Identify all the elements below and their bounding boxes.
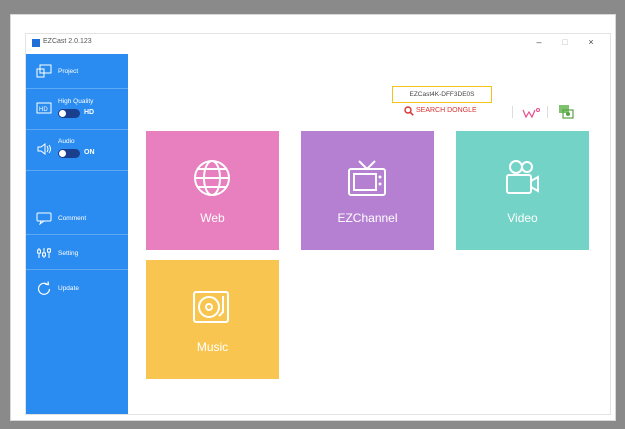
tile-label: EZChannel bbox=[337, 211, 398, 225]
search-dongle-label: SEARCH DONGLE bbox=[416, 107, 477, 114]
audio-icon bbox=[37, 143, 51, 155]
sidebar-item-label: Project bbox=[58, 68, 79, 75]
sidebar-item-update[interactable]: Update bbox=[26, 272, 128, 304]
high-quality-toggle[interactable] bbox=[58, 109, 80, 118]
app-logo-icon bbox=[32, 39, 40, 47]
sidebar-item-label: Comment bbox=[58, 215, 87, 222]
tile-music[interactable]: Music bbox=[146, 260, 279, 379]
window-title: EZCast 2.0.123 bbox=[43, 38, 92, 45]
sidebar-item-project[interactable]: Project bbox=[26, 56, 128, 89]
sidebar-item-label: Audio bbox=[58, 138, 75, 145]
sidebar-item-setting[interactable]: Setting bbox=[26, 237, 128, 270]
toggle-value: ON bbox=[84, 149, 95, 156]
sidebar-item-label: Update bbox=[58, 285, 79, 292]
minimize-button[interactable]: – bbox=[532, 37, 546, 47]
toolbar: SEARCH DONGLE bbox=[404, 103, 590, 121]
tile-video[interactable]: Video bbox=[456, 131, 589, 250]
tile-label: Video bbox=[507, 211, 538, 225]
quality-icon: HD bbox=[36, 102, 52, 114]
toolbar-divider bbox=[547, 106, 548, 118]
device-name-label: EZCast4K-DFF3DE0S bbox=[392, 86, 492, 103]
setting-icon bbox=[37, 248, 51, 258]
comment-icon bbox=[36, 212, 52, 225]
sidebar-item-comment[interactable]: Comment bbox=[26, 202, 128, 235]
toggle-value: HD bbox=[84, 109, 95, 116]
update-icon bbox=[37, 281, 51, 295]
screen-mirror-icon[interactable] bbox=[558, 104, 574, 120]
title-bar: EZCast 2.0.123 – □ × bbox=[26, 34, 610, 54]
tv-icon bbox=[348, 160, 386, 196]
app-window: EZCast 2.0.123 – □ × Project HD High Qua… bbox=[25, 33, 611, 415]
tile-web[interactable]: Web bbox=[146, 131, 279, 250]
sidebar-item-audio[interactable]: Audio ON bbox=[26, 130, 128, 171]
sidebar-item-label: Setting bbox=[58, 250, 79, 257]
audio-toggle[interactable] bbox=[58, 149, 80, 158]
wifi-display-icon[interactable] bbox=[522, 107, 542, 119]
music-player-icon bbox=[193, 291, 229, 323]
search-icon bbox=[404, 106, 414, 116]
project-icon bbox=[36, 64, 52, 78]
close-button[interactable]: × bbox=[584, 37, 598, 47]
sidebar: Project HD High Quality HD Audio ON Comm… bbox=[26, 54, 128, 414]
tile-label: Music bbox=[196, 340, 229, 354]
video-camera-icon bbox=[506, 160, 539, 194]
maximize-button[interactable]: □ bbox=[558, 37, 572, 47]
sidebar-item-high-quality[interactable]: HD High Quality HD bbox=[26, 89, 128, 130]
toolbar-divider bbox=[512, 106, 513, 118]
tile-label: Web bbox=[200, 211, 225, 225]
tile-ezchannel[interactable]: EZChannel bbox=[301, 131, 434, 250]
globe-icon bbox=[194, 160, 230, 196]
sidebar-item-label: High Quality bbox=[58, 98, 94, 105]
svg-text:HD: HD bbox=[39, 107, 48, 113]
